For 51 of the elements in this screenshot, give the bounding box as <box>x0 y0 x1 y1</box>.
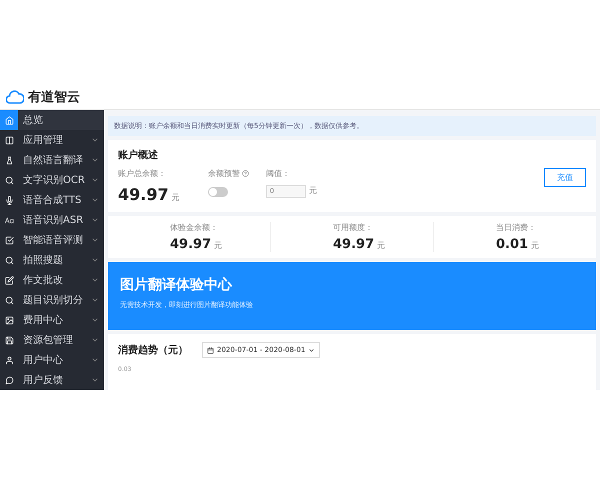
unit-label: 元 <box>309 185 317 196</box>
alert-toggle[interactable] <box>208 187 228 197</box>
sidebar-item[interactable]: 智能语音评测 <box>0 230 104 250</box>
balance-label: 账户总余额： <box>118 168 167 179</box>
stat-label: 体验金余额： <box>170 222 219 233</box>
search-icon <box>4 256 14 264</box>
sidebar-item[interactable]: 总览 <box>0 110 104 130</box>
unit-label: 元 <box>377 240 386 251</box>
sidebar-item[interactable]: 语音识别ASR <box>0 210 104 230</box>
sidebar-item[interactable]: 用户中心 <box>0 350 104 370</box>
stat-value: 49.97 <box>170 237 212 252</box>
stat-value: 49.97 <box>333 237 374 252</box>
sidebar-item[interactable]: 题目识别切分 <box>0 290 104 310</box>
alert-label: 余额预警 <box>208 168 240 179</box>
columns-icon <box>4 136 14 144</box>
logo-text: 有道智云 <box>28 89 80 106</box>
caret-icon <box>308 346 316 354</box>
search-icon <box>4 176 14 184</box>
sidebar-item[interactable]: 费用中心 <box>0 310 104 330</box>
banner-title: 图片翻译体验中心 <box>120 276 234 294</box>
image-icon <box>4 316 14 324</box>
sidebar-item[interactable]: 自然语言翻译 <box>0 150 104 170</box>
sidebar-item[interactable]: 作文批改 <box>0 270 104 290</box>
letters-icon <box>4 216 14 224</box>
stat-value: 0.01 <box>496 237 528 252</box>
stat-label: 当日消费： <box>496 222 537 233</box>
help-icon <box>242 170 249 177</box>
card-title: 账户概述 <box>118 148 159 162</box>
sidebar-item[interactable]: 资源包管理 <box>0 330 104 350</box>
sidebar-item[interactable]: 拍照搜题 <box>0 250 104 270</box>
unit-label: 元 <box>214 240 222 251</box>
checkbox-icon <box>4 236 14 244</box>
home-icon <box>4 116 14 124</box>
sidebar-item[interactable]: 文字识别OCR <box>0 170 104 190</box>
sidebar-item[interactable]: 语音合成TTS <box>0 190 104 210</box>
sidebar-item[interactable]: 用户反馈 <box>0 370 104 390</box>
microphone-icon <box>4 196 14 204</box>
cloud-logo-icon <box>6 90 24 104</box>
sidebar-item[interactable]: 应用管理 <box>0 130 104 150</box>
balance-value: 49.97 <box>118 185 169 204</box>
flask-icon <box>4 156 14 164</box>
edit-icon <box>4 276 14 284</box>
unit-label: 元 <box>531 240 540 251</box>
stat-label: 可用额度： <box>333 222 374 233</box>
trend-title: 消费趋势（元） <box>118 344 188 357</box>
user-icon <box>4 356 14 364</box>
unit-label: 元 <box>172 192 180 203</box>
search-icon <box>4 296 14 304</box>
chat-bubble-icon <box>4 376 14 384</box>
threshold-label: 阈值： <box>266 168 291 179</box>
calendar-icon <box>207 346 214 354</box>
